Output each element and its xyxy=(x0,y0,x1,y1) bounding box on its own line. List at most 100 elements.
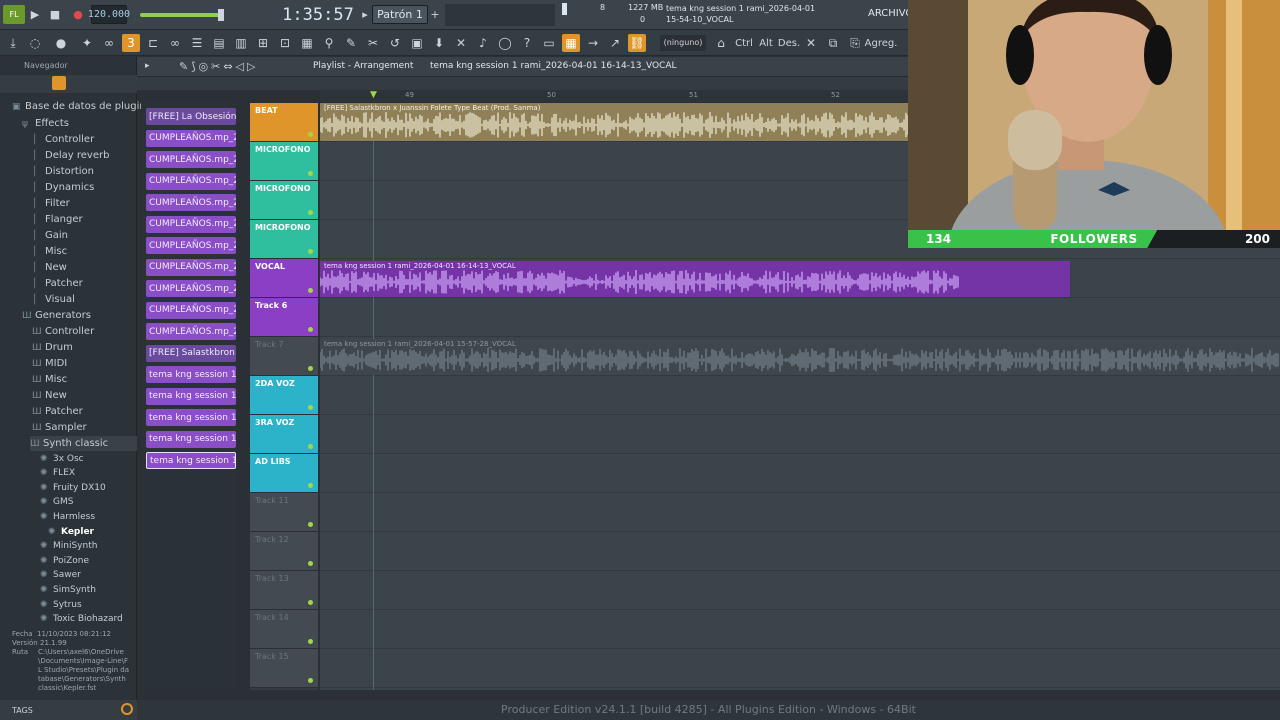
knob-icon[interactable]: ● xyxy=(52,34,70,52)
track-lane[interactable] xyxy=(320,376,1280,415)
track-header[interactable]: 2DA VOZ xyxy=(250,376,318,415)
track-header[interactable]: Track 15 xyxy=(250,649,318,688)
effects-item[interactable]: │ Visual xyxy=(32,292,75,307)
hat-icon[interactable]: ⌂ xyxy=(712,34,730,52)
track-mute-icon[interactable] xyxy=(308,678,313,683)
step-icon[interactable]: 3 xyxy=(122,34,140,52)
pattern-item[interactable]: CUMPLEAÑOS.mp_2026-0... xyxy=(146,172,236,190)
synth-item[interactable]: ✺ Toxic Biohazard xyxy=(40,612,123,627)
track-mute-icon[interactable] xyxy=(308,366,313,371)
chat-icon[interactable]: ◯ xyxy=(496,34,514,52)
effects-item[interactable]: │ New xyxy=(32,260,67,275)
plugin-icon[interactable]: ⊡ xyxy=(276,34,294,52)
brush-icon[interactable]: ✎ xyxy=(342,34,360,52)
track-mute-icon[interactable] xyxy=(308,522,313,527)
fl-logo[interactable]: FL xyxy=(3,5,25,24)
effects-item[interactable]: │ Dynamics xyxy=(32,180,94,195)
pattern-item[interactable]: CUMPLEAÑOS.mp_2026-0... xyxy=(146,151,236,168)
track-header[interactable]: BEAT xyxy=(250,103,318,142)
track-lane[interactable] xyxy=(320,532,1280,571)
generators-item[interactable]: Ш Controller xyxy=(32,324,94,339)
pattern-item[interactable]: CUMPLEAÑOS.mp_2026-0... xyxy=(146,323,236,340)
mixer-icon[interactable]: ⊞ xyxy=(254,34,272,52)
refresh-icon[interactable]: ◌ xyxy=(26,34,44,52)
loop-icon[interactable]: ∞ xyxy=(100,34,118,52)
synth-item[interactable]: ✺ SimSynth xyxy=(40,582,96,597)
track-mute-icon[interactable] xyxy=(308,639,313,644)
synth-item[interactable]: ✺ 3x Osc xyxy=(40,451,84,466)
track-header[interactable]: Track 7 xyxy=(250,337,318,376)
pattern-item[interactable]: tema kng session 1 rami... xyxy=(146,387,236,405)
pattern-item[interactable]: [FREE] La Obsesión F... xyxy=(146,108,236,125)
plugin-db-root[interactable]: ▣ Base de datos de plugins xyxy=(12,99,151,114)
effects-item[interactable]: │ Controller xyxy=(32,132,94,147)
synth-item[interactable]: ✺ PoiZone xyxy=(40,553,89,568)
pattern-item[interactable]: CUMPLEAÑOS.mp_2026-0... xyxy=(146,237,236,254)
effects-item[interactable]: │ Delay reverb xyxy=(32,148,109,163)
clip-vocal[interactable]: tema kng session 1 rami_2026-04-01 16-14… xyxy=(320,261,1070,297)
track-mute-icon[interactable] xyxy=(308,210,313,215)
synth-item[interactable]: ✺ Sytrus xyxy=(40,597,82,612)
effects-item[interactable]: │ Gain xyxy=(32,228,68,243)
search-icon[interactable] xyxy=(121,703,133,715)
pattern-item[interactable]: CUMPLEAÑOS.mp_2026-0... xyxy=(146,301,236,319)
track-header[interactable]: MICROFONO xyxy=(250,181,318,220)
stop-icon[interactable]: ■ xyxy=(48,5,62,24)
pattern-item[interactable]: tema kng session 1 rami... xyxy=(146,409,236,426)
pattern-item[interactable]: CUMPLEAÑOS.mp_2026-0... xyxy=(146,258,236,276)
browser-icon[interactable]: ▦ xyxy=(298,34,316,52)
generators-item[interactable]: Ш New xyxy=(32,388,67,403)
render-icon[interactable]: ⬇ xyxy=(430,34,448,52)
track-header[interactable]: 3RA VOZ xyxy=(250,415,318,454)
pattern-item[interactable]: tema kng session 1 rami... xyxy=(146,430,236,448)
playlist-menu-icon[interactable]: ▸ xyxy=(145,61,150,71)
track-lane[interactable] xyxy=(320,610,1280,649)
save-icon[interactable]: ▣ xyxy=(408,34,426,52)
clip-vocal-muted[interactable]: tema kng session 1 rami_2026-04-01 15-57… xyxy=(320,339,1280,375)
track-header[interactable]: MICROFONO xyxy=(250,220,318,259)
pattern-item[interactable]: CUMPLEAÑOS.mp_2026-0... xyxy=(146,194,236,211)
track-lane[interactable] xyxy=(320,649,1280,688)
track-mute-icon[interactable] xyxy=(308,171,313,176)
mic-icon[interactable]: ♪ xyxy=(474,34,492,52)
ctrl-button[interactable]: Ctrl xyxy=(734,34,754,52)
browser-tool-active-icon[interactable] xyxy=(52,76,66,90)
tempo-display[interactable]: 120.000 xyxy=(88,5,130,24)
track-mute-icon[interactable] xyxy=(308,561,313,566)
delete-icon[interactable]: ✕ xyxy=(802,34,820,52)
synth-item[interactable]: ✺ Harmless xyxy=(40,509,95,524)
synth-item[interactable]: ✺ Sawer xyxy=(40,568,81,583)
pattern-prev-icon[interactable]: ▸ xyxy=(360,5,370,24)
song-time-display[interactable]: 1:35:57 xyxy=(282,4,354,26)
metronome-icon[interactable]: ▦ xyxy=(562,34,580,52)
track-mute-icon[interactable] xyxy=(308,249,313,254)
folder-effects[interactable]: ψ Effects xyxy=(22,116,69,131)
playlist-tools-icons[interactable]: ✎⟆◎✂⇔◁▷ xyxy=(179,60,258,73)
pattern-item[interactable]: [FREE] Salastkbron x... xyxy=(146,344,236,362)
generators-item[interactable]: Ш Drum xyxy=(32,340,73,355)
master-volume-slider[interactable] xyxy=(140,13,220,17)
des-button[interactable]: Des. xyxy=(778,34,800,52)
generators-item[interactable]: Ш Misc xyxy=(32,372,67,387)
track-lane[interactable] xyxy=(320,454,1280,493)
track-header[interactable]: AD LIBS xyxy=(250,454,318,493)
record-mode-icon[interactable]: ∞ xyxy=(166,34,184,52)
track-mute-icon[interactable] xyxy=(308,483,313,488)
playhead-marker-icon[interactable]: ▼ xyxy=(370,90,377,100)
wave-icon[interactable]: ⊏ xyxy=(144,34,162,52)
track-header[interactable]: Track 6 xyxy=(250,298,318,337)
track-mute-icon[interactable] xyxy=(308,288,313,293)
help-icon[interactable]: ? xyxy=(518,34,536,52)
midi-device-select[interactable]: (ninguno) xyxy=(660,35,706,51)
pattern-selector[interactable]: Patrón 1 xyxy=(372,5,428,24)
close-x-icon[interactable]: ✕ xyxy=(452,34,470,52)
generators-item[interactable]: Ш Sampler xyxy=(32,420,87,435)
piano-roll-icon[interactable]: ▥ xyxy=(232,34,250,52)
track-mute-icon[interactable] xyxy=(308,132,313,137)
track-lane[interactable] xyxy=(320,571,1280,610)
track-header[interactable]: MICROFONO xyxy=(250,142,318,181)
play-icon[interactable]: ▶ xyxy=(28,5,42,24)
track-mute-icon[interactable] xyxy=(308,444,313,449)
generators-item[interactable]: Ш MIDI xyxy=(32,356,67,371)
arrow-right-icon[interactable]: → xyxy=(584,34,602,52)
